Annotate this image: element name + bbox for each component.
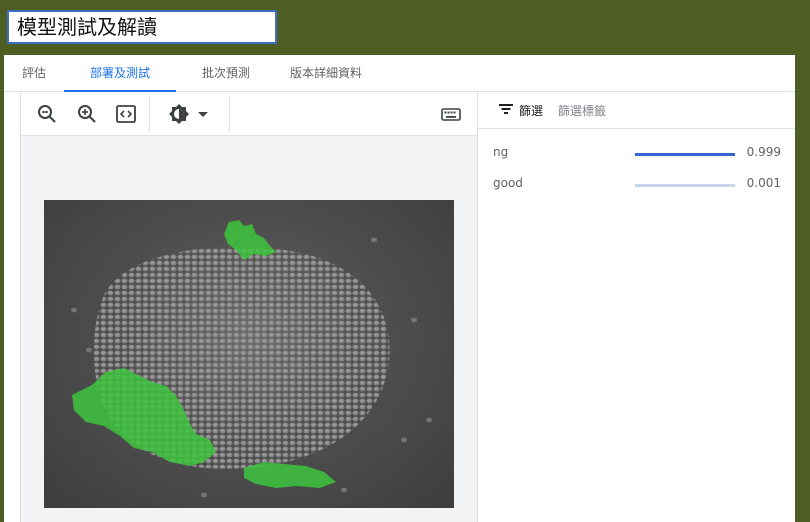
keyboard-icon[interactable] — [439, 102, 463, 126]
window-title: 模型測試及解讀 — [7, 10, 277, 44]
prediction-row: good 0.001 — [493, 176, 793, 196]
prediction-score: 0.001 — [746, 176, 781, 190]
brightness-icon[interactable] — [167, 102, 191, 126]
test-image — [44, 200, 454, 508]
prediction-label: good — [493, 176, 523, 190]
tab-bar: 評估 部署及測試 批次預測 版本詳細資料 — [4, 55, 795, 92]
prediction-score: 0.999 — [746, 145, 781, 159]
prediction-panel: 篩選 篩選標籤 ng 0.999 good 0.001 — [478, 92, 795, 522]
filter-labels-input[interactable]: 篩選標籤 — [558, 102, 606, 119]
tab-batch-predict[interactable]: 批次預測 — [176, 55, 276, 91]
prediction-label: ng — [493, 145, 509, 159]
main-panel: 評估 部署及測試 批次預測 版本詳細資料 篩選 篩選標籤 ng 0.999 go… — [4, 55, 795, 522]
filter-label[interactable]: 篩選 — [519, 102, 543, 119]
toolbar-divider — [229, 96, 230, 132]
fit-to-screen-icon[interactable] — [114, 102, 138, 126]
prediction-row: ng 0.999 — [493, 145, 793, 165]
zoom-out-icon[interactable] — [35, 102, 59, 126]
image-viewer-area — [20, 92, 478, 522]
image-canvas[interactable] — [21, 136, 477, 522]
score-bar — [635, 184, 735, 187]
filter-icon[interactable] — [498, 101, 514, 121]
toolbar-divider — [149, 96, 150, 132]
filter-bar: 篩選 篩選標籤 — [478, 92, 795, 129]
tab-deploy-test[interactable]: 部署及測試 — [64, 55, 176, 92]
viewer-toolbar — [21, 92, 477, 136]
dropdown-arrow-icon[interactable] — [195, 102, 211, 126]
zoom-in-icon[interactable] — [75, 102, 99, 126]
tab-evaluate[interactable]: 評估 — [4, 55, 64, 91]
score-bar-fill — [635, 153, 735, 156]
tab-version-details[interactable]: 版本詳細資料 — [276, 55, 376, 91]
score-bar — [635, 153, 735, 156]
